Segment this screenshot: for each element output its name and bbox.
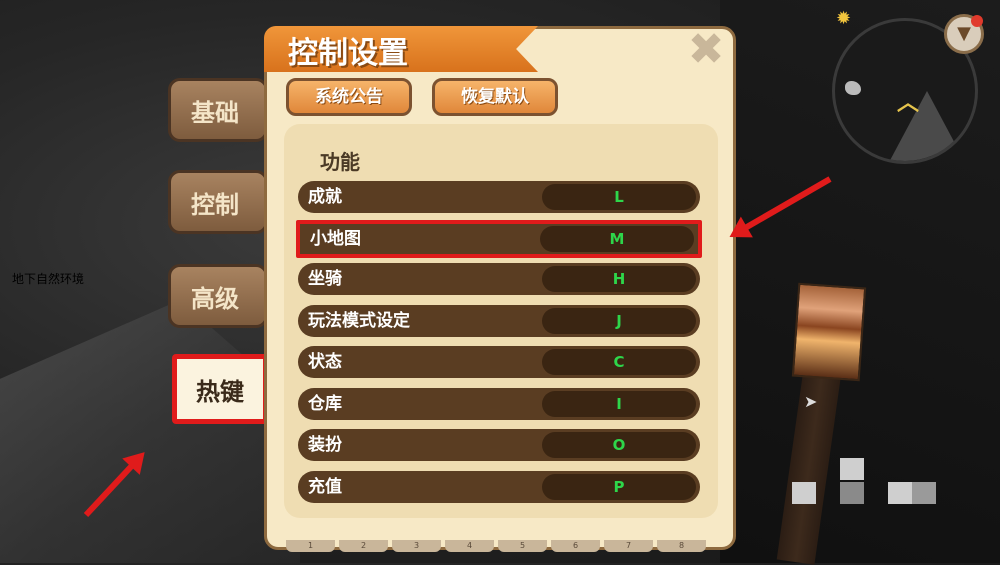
tab-control[interactable]: 控制 — [168, 170, 268, 234]
tab-basic[interactable]: 基础 — [168, 78, 268, 142]
background-caption: 地下自然环境 — [12, 272, 85, 286]
hotkey-key[interactable]: L — [542, 184, 696, 210]
tab-label: 控制 — [191, 190, 239, 219]
hotkey-label: 充值 — [308, 477, 342, 497]
notification-dot — [971, 15, 983, 27]
page-tab[interactable]: 6 — [551, 540, 600, 552]
hotkey-row[interactable]: 玩法模式设定 J — [298, 305, 700, 337]
hotkey-row[interactable]: 装扮 O — [298, 429, 700, 461]
system-notice-button[interactable]: 系统公告 — [286, 78, 412, 116]
hotkey-row-highlighted[interactable]: 小地图 M — [296, 220, 702, 258]
sun-icon: ✹ — [836, 8, 852, 29]
close-icon: ✖ — [687, 24, 725, 75]
tab-label: 基础 — [191, 98, 239, 127]
page-tab[interactable]: 3 — [392, 540, 441, 552]
background-rock — [0, 300, 300, 563]
hotkey-key[interactable]: M — [540, 226, 694, 252]
tab-advanced[interactable]: 高级 — [168, 264, 268, 328]
page-tab[interactable]: 8 — [657, 540, 706, 552]
hotkey-label: 玩法模式设定 — [308, 311, 410, 331]
hotkey-row[interactable]: 状态 C — [298, 346, 700, 378]
hotkey-row[interactable]: 充值 P — [298, 471, 700, 503]
panel-title: 控制设置 — [288, 36, 408, 71]
hotkey-label: 成就 — [308, 187, 342, 207]
player-arrow-icon: ︿ — [897, 91, 920, 116]
hotkey-key[interactable]: C — [542, 349, 696, 375]
hotkey-row[interactable]: 成就 L — [298, 181, 700, 213]
bottom-page-tabs: 1 2 3 4 5 6 7 8 — [286, 540, 706, 552]
page-tab[interactable]: 1 — [286, 540, 335, 552]
tab-label: 热键 — [196, 377, 244, 406]
page-tab[interactable]: 5 — [498, 540, 547, 552]
hotkey-label: 装扮 — [308, 435, 342, 455]
tab-label: 高级 — [191, 284, 239, 313]
hotkey-label: 坐骑 — [308, 269, 342, 289]
hotkey-row[interactable]: 仓库 I — [298, 388, 700, 420]
hotkey-label: 小地图 — [310, 229, 361, 249]
hotkey-key[interactable]: O — [542, 432, 696, 458]
hotkey-label: 仓库 — [308, 394, 342, 414]
hotkey-key[interactable]: P — [542, 474, 696, 500]
page-tab[interactable]: 2 — [339, 540, 388, 552]
view-cone — [879, 91, 975, 161]
close-button[interactable]: ✖ — [686, 28, 726, 72]
hotkey-row[interactable]: 坐骑 H — [298, 263, 700, 295]
cursor-icon: ➤ — [804, 392, 818, 411]
minimap-toggle-button[interactable]: ▼ — [944, 14, 984, 54]
hotkey-label: 状态 — [308, 352, 342, 372]
hotkey-key[interactable]: J — [542, 308, 696, 334]
creature-icon — [845, 81, 861, 95]
restore-defaults-button[interactable]: 恢复默认 — [432, 78, 558, 116]
tab-hotkeys[interactable]: 热键 — [172, 354, 268, 424]
chevron-down-icon: ▼ — [957, 23, 971, 44]
hotkey-key[interactable]: H — [542, 266, 696, 292]
page-tab[interactable]: 4 — [445, 540, 494, 552]
section-title: 功能 — [320, 150, 360, 174]
hotkey-key[interactable]: I — [542, 391, 696, 417]
held-item — [791, 282, 867, 382]
page-tab[interactable]: 7 — [604, 540, 653, 552]
